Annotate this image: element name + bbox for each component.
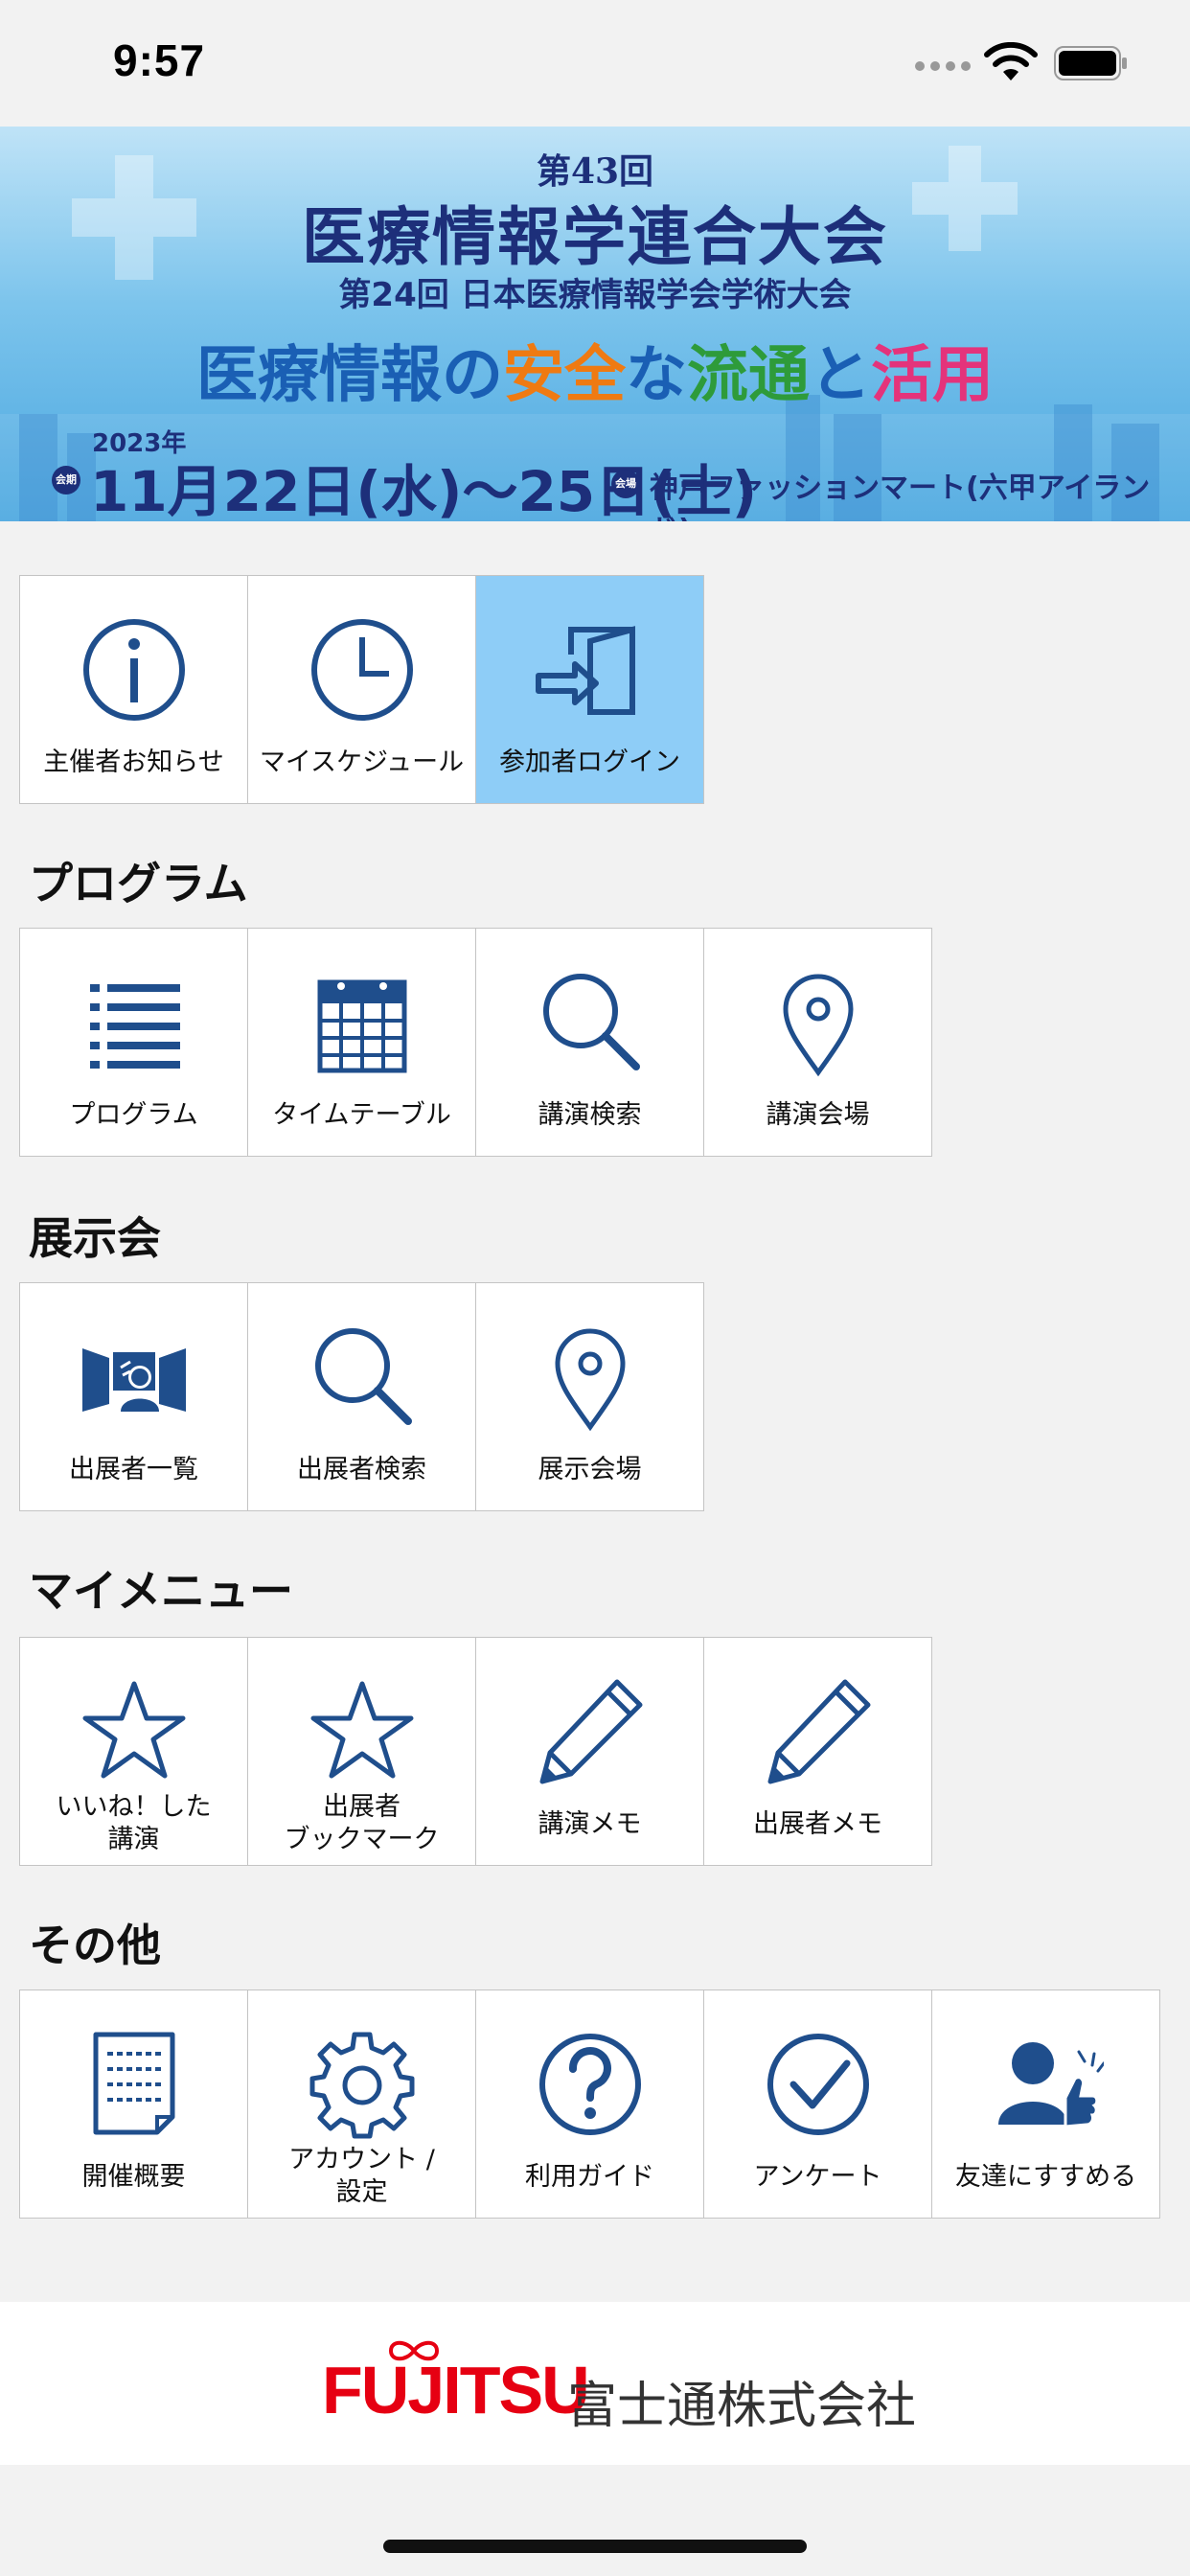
theme-part: 医療情報 (196, 340, 442, 411)
map-pin-icon (554, 1328, 626, 1432)
pencil-icon (767, 1679, 870, 1784)
check-circle-icon (767, 2034, 869, 2135)
tile-label: タイムテーブル (272, 1100, 451, 1130)
theme-part: と (810, 340, 871, 411)
participant-login-button[interactable]: 参加者ログイン (475, 575, 704, 804)
theme-part: の (442, 340, 503, 411)
lecture-search-button[interactable]: 講演検索 (475, 928, 704, 1157)
tile-label: 開催概要 (81, 2162, 186, 2192)
exhibitor-list-button[interactable]: 出展者一覧 (19, 1282, 248, 1511)
gear-icon (309, 2032, 414, 2139)
event-overview-button[interactable]: 開催概要 (19, 1990, 248, 2219)
exhibitor-search-button[interactable]: 出展者検索 (247, 1282, 476, 1511)
help-icon (538, 2034, 641, 2135)
menu-content: 主催者お知らせ マイスケジュール 参加者ログイン プログラム プログラム タイム… (0, 521, 1190, 2302)
label-line: アカウント / (288, 2145, 435, 2174)
tile-label: 参加者ログイン (499, 748, 680, 777)
event-banner: 第43回 医療情報学連合大会 第24回 日本医療情報学会学術大会 医療情報の安全… (0, 126, 1190, 521)
program-button[interactable]: プログラム (19, 928, 248, 1157)
exhibition-venue-button[interactable]: 展示会場 (475, 1282, 704, 1511)
account-settings-button[interactable]: アカウント / 設定 (247, 1990, 476, 2219)
calendar-icon (317, 979, 406, 1073)
exhibitor-memo-button[interactable]: 出展者メモ (703, 1637, 932, 1866)
exhibitor-bookmark-button[interactable]: 出展者 ブックマーク (247, 1637, 476, 1866)
search-icon (542, 974, 640, 1070)
star-icon (310, 1681, 413, 1779)
sponsor-footer: FUJITSU 富士通株式会社 (0, 2302, 1190, 2465)
other-section-title: その他 (29, 1920, 161, 1971)
tile-label: 友達にすすめる (954, 2162, 1137, 2192)
venue-badge: 会場 (611, 470, 640, 498)
exhibitor-icon (81, 1348, 186, 1412)
theme-part: 安全 (503, 340, 626, 411)
search-icon (314, 1328, 412, 1425)
tile-label: 講演メモ (538, 1809, 642, 1839)
my-menu-section-title: マイメニュー (29, 1565, 293, 1617)
banner-theme: 医療情報の安全な流通と活用 (0, 326, 1190, 414)
tile-label: アンケート (753, 2162, 882, 2192)
liked-lectures-button[interactable]: いいね！した 講演 (19, 1637, 248, 1866)
tile-label: アカウント / 設定 (248, 2144, 475, 2209)
tile-label: 出展者一覧 (69, 1455, 198, 1484)
user-guide-button[interactable]: 利用ガイド (475, 1990, 704, 2219)
tile-label: いいね！した 講演 (20, 1791, 247, 1856)
tile-label: 講演検索 (538, 1100, 642, 1130)
tile-label: 出展者検索 (297, 1455, 426, 1484)
tile-label: 出展者 ブックマーク (248, 1791, 475, 1856)
theme-part: 流通 (687, 340, 810, 411)
list-icon (89, 984, 180, 1069)
label-line: ブックマーク (284, 1825, 440, 1854)
info-icon (82, 619, 185, 721)
top-menu: 主催者お知らせ マイスケジュール 参加者ログイン (19, 575, 704, 804)
other-menu: 開催概要 アカウント / 設定 利用ガイド アンケート 友達にすすめる (19, 1990, 1160, 2219)
lecture-memo-button[interactable]: 講演メモ (475, 1637, 704, 1866)
status-bar: 9:57 (0, 0, 1190, 126)
session-badge: 会期 (52, 466, 80, 494)
wifi-icon (984, 42, 1038, 80)
home-indicator[interactable] (383, 2540, 807, 2553)
signal-icon (915, 61, 971, 71)
banner-title: 医療情報学連合大会 (302, 199, 888, 274)
timetable-button[interactable]: タイムテーブル (247, 928, 476, 1157)
tile-label: プログラム (69, 1100, 198, 1130)
pencil-icon (539, 1679, 642, 1784)
label-line: 設定 (335, 2177, 388, 2207)
clock-icon (310, 619, 413, 721)
exhibition-section-title: 展示会 (29, 1212, 161, 1264)
label-line: いいね！した (56, 1792, 212, 1822)
theme-part: 活用 (871, 340, 994, 411)
my-schedule-button[interactable]: マイスケジュール (247, 575, 476, 804)
lecture-venue-button[interactable]: 講演会場 (703, 928, 932, 1157)
label-line: 講演 (107, 1825, 160, 1854)
status-time: 9:57 (113, 35, 206, 85)
program-section-title: プログラム (29, 858, 248, 909)
tile-label: 出展者メモ (753, 1809, 882, 1839)
fujitsu-logo: FUJITSU (322, 2353, 590, 2427)
theme-part: な (626, 340, 687, 411)
map-pin-icon (782, 974, 854, 1077)
tile-label: マイスケジュール (259, 748, 465, 777)
tile-label: 利用ガイド (525, 2162, 654, 2192)
tile-label: 展示会場 (538, 1455, 642, 1484)
document-icon (93, 2032, 174, 2135)
notice-button[interactable]: 主催者お知らせ (19, 575, 248, 804)
label-line: 出展者 (323, 1792, 400, 1822)
my-menu: いいね！した 講演 出展者ブックマーク 講演メモ 出展者メモ (19, 1637, 932, 1866)
recommend-icon (997, 2042, 1104, 2128)
star-icon (82, 1681, 185, 1779)
battery-icon (1054, 46, 1127, 80)
tile-label: 主催者お知らせ (43, 748, 224, 777)
survey-button[interactable]: アンケート (703, 1990, 932, 2219)
tile-label: 講演会場 (766, 1100, 870, 1130)
recommend-to-friends-button[interactable]: 友達にすすめる (931, 1990, 1160, 2219)
banner-venue: 神戸ファッションマート(六甲アイランド) (650, 472, 1151, 521)
login-icon (535, 626, 635, 715)
exhibition-menu: 出展者一覧 出展者検索 展示会場 (19, 1282, 704, 1511)
banner-subtitle: 第24回 日本医療情報学会学術大会 (338, 276, 852, 314)
program-menu: プログラム タイムテーブル 講演検索 講演会場 (19, 928, 932, 1157)
company-name: 富士通株式会社 (567, 2378, 917, 2435)
